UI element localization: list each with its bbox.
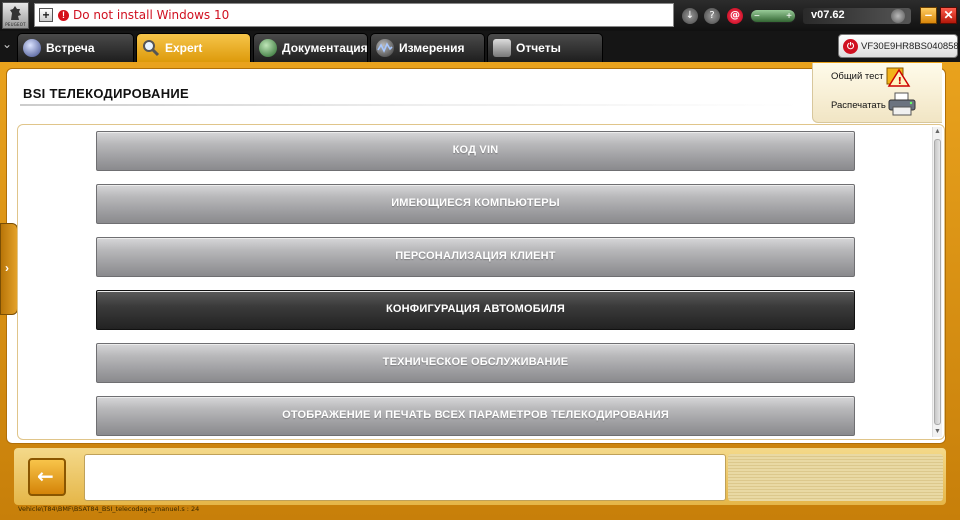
- menu-button-available-ecus[interactable]: ИМЕЮЩИЕСЯ КОМПЬЮТЕРЫ: [96, 184, 855, 224]
- back-arrow-icon: ←: [37, 464, 54, 488]
- version-knob-icon: [891, 9, 905, 23]
- download-icon[interactable]: ↓: [682, 8, 698, 24]
- version-text: v07.62: [811, 9, 845, 21]
- lion-icon: [10, 6, 21, 20]
- menu-button-customer-personalization[interactable]: ПЕРСОНАЛИЗАЦИЯ КЛИЕНТ: [96, 237, 855, 277]
- side-panel-toggle[interactable]: ›: [0, 223, 18, 315]
- tools-panel: Общий тест Распечатать: [812, 63, 942, 123]
- menu-button-vin-code[interactable]: КОД VIN: [96, 131, 855, 171]
- chevron-right-icon: ›: [5, 261, 9, 275]
- menu-button-label: КОНФИГУРАЦИЯ АВТОМОБИЛЯ: [385, 303, 566, 315]
- oscilloscope-icon: [376, 39, 394, 57]
- tab-label: Измерения: [399, 41, 465, 55]
- battery-minus-icon: −: [754, 11, 760, 22]
- scrollbar-thumb[interactable]: [934, 139, 941, 425]
- top-bar: PEUGEOT + ! Do not install Windows 10 ↓ …: [0, 0, 960, 31]
- tab-bar: ⌄ Встреча Expert Документация Измерения …: [0, 31, 960, 62]
- status-path: Vehicle\T84\BMF\BSAT84_BSI_telecodage_ma…: [18, 505, 200, 513]
- close-button[interactable]: ✕: [940, 7, 957, 24]
- magnifier-icon: [142, 39, 160, 57]
- message-bar: + ! Do not install Windows 10: [34, 3, 674, 27]
- menu-list: КОД VIN ИМЕЮЩИЕСЯ КОМПЬЮТЕРЫ ПЕРСОНАЛИЗА…: [17, 124, 945, 440]
- scroll-down-icon[interactable]: ▼: [934, 428, 941, 436]
- menu-button-vehicle-configuration[interactable]: КОНФИГУРАЦИЯ АВТОМОБИЛЯ: [96, 290, 855, 330]
- vin-badge[interactable]: ⏻ VF30E9HR8BS040858: [838, 34, 959, 58]
- tab-documentation[interactable]: Документация: [253, 33, 368, 62]
- alert-icon: !: [58, 10, 69, 21]
- vertical-scrollbar[interactable]: ▲ ▼: [932, 127, 942, 437]
- vin-text: VF30E9HR8BS040858: [861, 41, 959, 52]
- menu-button-label: ИМЕЮЩИЕСЯ КОМПЬЮТЕРЫ: [391, 197, 560, 209]
- menu-button-label: КОД VIN: [452, 144, 499, 156]
- title-divider: [20, 104, 800, 106]
- brand-logo: PEUGEOT: [2, 2, 29, 29]
- tab-label: Expert: [165, 41, 203, 55]
- back-button[interactable]: ←: [28, 458, 66, 496]
- info-area: [728, 454, 943, 501]
- tab-label: Встреча: [46, 41, 95, 55]
- reports-icon: [493, 39, 511, 57]
- chevron-down-icon[interactable]: ⌄: [2, 37, 16, 57]
- minimize-button[interactable]: –: [920, 7, 937, 24]
- menu-button-label: ПЕРСОНАЛИЗАЦИЯ КЛИЕНТ: [395, 250, 556, 262]
- menu-button-maintenance[interactable]: ТЕХНИЧЕСКОЕ ОБСЛУЖИВАНИЕ: [96, 343, 855, 383]
- battery-plus-icon: +: [786, 11, 792, 22]
- meeting-icon: [23, 39, 41, 57]
- power-icon: ⏻: [843, 39, 858, 54]
- scroll-up-icon[interactable]: ▲: [934, 128, 941, 136]
- expand-icon[interactable]: +: [39, 8, 53, 22]
- tab-expert[interactable]: Expert: [136, 33, 251, 62]
- tab-measurements[interactable]: Измерения: [370, 33, 485, 62]
- help-icon[interactable]: ?: [704, 8, 720, 24]
- battery-indicator: − +: [750, 9, 796, 23]
- menu-button-print-all-parameters[interactable]: ОТОБРАЖЕНИЕ И ПЕЧАТЬ ВСЕХ ПАРАМЕТРОВ ТЕЛ…: [96, 396, 855, 436]
- version-indicator: v07.62: [803, 8, 911, 24]
- tab-meeting[interactable]: Встреча: [17, 33, 134, 62]
- menu-button-label: ТЕХНИЧЕСКОЕ ОБСЛУЖИВАНИЕ: [382, 356, 569, 368]
- page-title: BSI ТЕЛЕКОДИРОВАНИЕ: [23, 86, 190, 101]
- menu-button-label: ОТОБРАЖЕНИЕ И ПЕЧАТЬ ВСЕХ ПАРАМЕТРОВ ТЕЛ…: [282, 409, 669, 421]
- global-test-link[interactable]: Общий тест: [831, 71, 884, 82]
- tab-label: Отчеты: [516, 41, 561, 55]
- message-area: [84, 454, 726, 501]
- svg-text:!: !: [898, 76, 903, 87]
- message-text: Do not install Windows 10: [73, 8, 230, 22]
- print-link[interactable]: Распечатать: [831, 100, 886, 111]
- tab-reports[interactable]: Отчеты: [487, 33, 603, 62]
- tab-label: Документация: [282, 41, 368, 55]
- warning-flag-icon[interactable]: !: [885, 66, 911, 88]
- printer-icon[interactable]: [887, 92, 917, 117]
- email-icon[interactable]: @: [727, 8, 743, 24]
- logo-text: PEUGEOT: [5, 22, 26, 27]
- documentation-icon: [259, 39, 277, 57]
